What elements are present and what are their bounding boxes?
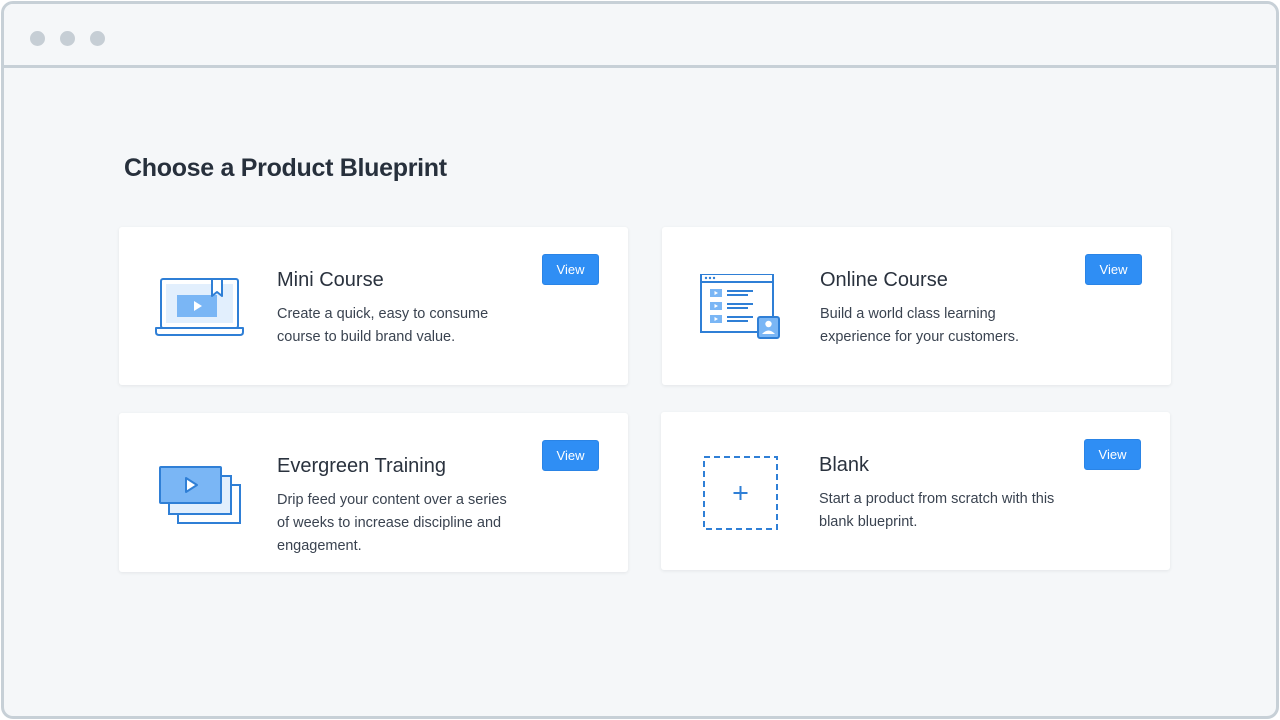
laptop-video-icon <box>153 274 249 344</box>
plus-icon <box>695 452 791 530</box>
view-button-mini-course[interactable]: View <box>542 254 599 285</box>
card-description: Start a product from scratch with this b… <box>819 491 1055 530</box>
page-title: Choose a Product Blueprint <box>124 154 447 182</box>
blueprint-card-mini-course[interactable]: Mini Course Create a quick, easy to cons… <box>119 227 628 385</box>
window-titlebar <box>4 4 1276 68</box>
blueprint-card-evergreen-training[interactable]: Evergreen Training Drip feed your conten… <box>119 413 628 572</box>
window-maximize-dot[interactable] <box>90 31 105 46</box>
blueprint-card-blank[interactable]: Blank Start a product from scratch with … <box>661 412 1170 570</box>
view-button-evergreen-training[interactable]: View <box>542 440 599 471</box>
view-button-online-course[interactable]: View <box>1085 254 1142 285</box>
window-minimize-dot[interactable] <box>60 31 75 46</box>
card-title: Blank <box>819 454 870 476</box>
card-title: Evergreen Training <box>277 455 446 477</box>
window-close-dot[interactable] <box>30 31 45 46</box>
card-description: Drip feed your content over a series of … <box>277 492 507 554</box>
course-lessons-icon <box>696 273 792 344</box>
card-title: Online Course <box>820 269 948 291</box>
blueprint-card-online-course[interactable]: Online Course Build a world class learni… <box>662 227 1171 385</box>
card-description: Build a world class learning experience … <box>820 306 1020 345</box>
view-button-blank[interactable]: View <box>1084 439 1141 470</box>
browser-window: Choose a Product Blueprint Mini Course C… <box>1 1 1279 719</box>
card-description: Create a quick, easy to consume course t… <box>277 306 489 345</box>
stacked-videos-icon <box>153 460 249 530</box>
card-title: Mini Course <box>277 269 384 291</box>
